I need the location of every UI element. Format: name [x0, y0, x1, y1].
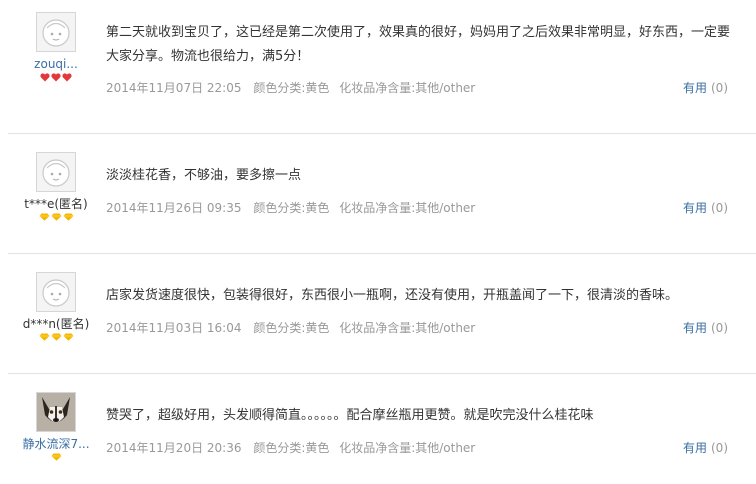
user-avatar-image[interactable] — [36, 392, 76, 432]
red-heart-icon — [40, 73, 50, 82]
reviewer-info: d***n(匿名) — [0, 272, 112, 343]
review-meta: 2014年11月20日 20:36 颜色分类:黄色 化妆品净含量:其他/othe… — [106, 439, 483, 456]
review-date: 2014年11月26日 09:35 — [106, 201, 242, 215]
useful-count: (0) — [711, 441, 728, 455]
useful-vote: 有用 (0) — [683, 199, 728, 216]
review-date: 2014年11月20日 20:36 — [106, 441, 242, 455]
review-item: 静水流深7... 赞哭了，超级好用，头发顺得简直。。。。。。配合摩丝瓶用更赞。就… — [0, 374, 756, 484]
reviewer-name[interactable]: 静水流深7... — [0, 437, 112, 451]
review-date: 2014年11月03日 16:04 — [106, 321, 242, 335]
sku-size: 化妆品净含量:其他/other — [339, 321, 476, 335]
yellow-diamond-icon — [51, 453, 61, 461]
useful-button[interactable]: 有用 — [683, 201, 707, 215]
sku-color: 颜色分类:黄色 — [253, 321, 330, 335]
buyer-level-badge — [0, 213, 112, 223]
yellow-diamond-icon — [51, 333, 61, 341]
review-meta: 2014年11月07日 22:05 颜色分类:黄色 化妆品净含量:其他/othe… — [106, 79, 483, 96]
review-meta: 2014年11月26日 09:35 颜色分类:黄色 化妆品净含量:其他/othe… — [106, 199, 483, 216]
useful-count: (0) — [711, 201, 728, 215]
reviewer-info: t***e(匿名) — [0, 152, 112, 223]
review-text: 第二天就收到宝贝了，这已经是第二次使用了，效果真的很好，妈妈用了之后效果非常明显… — [106, 25, 731, 64]
reviewer-name: t***e(匿名) — [24, 197, 88, 211]
reviewer-info: zouqi... — [0, 12, 112, 83]
default-avatar-icon[interactable] — [36, 152, 76, 192]
buyer-level-badge — [0, 453, 112, 463]
review-date: 2014年11月07日 22:05 — [106, 81, 242, 95]
yellow-diamond-icon — [39, 333, 49, 341]
yellow-diamond-icon — [63, 333, 73, 341]
review-text: 店家发货速度很快，包装得很好，东西很小一瓶啊，还没有使用，开瓶盖闻了一下，很清淡… — [106, 288, 679, 303]
useful-vote: 有用 (0) — [683, 439, 728, 456]
default-avatar-icon[interactable] — [36, 272, 76, 312]
review-item: d***n(匿名) 店家发货速度很快，包装得很好，东西很小一瓶啊，还没有使用，开… — [0, 254, 756, 374]
reviewer-name[interactable]: zouqi... — [0, 57, 112, 71]
yellow-diamond-icon — [63, 213, 73, 221]
sku-size: 化妆品净含量:其他/other — [339, 201, 476, 215]
review-text: 赞哭了，超级好用，头发顺得简直。。。。。。配合摩丝瓶用更赞。就是吹完没什么桂花味 — [106, 408, 594, 423]
useful-button[interactable]: 有用 — [683, 321, 707, 335]
buyer-level-badge — [0, 73, 112, 83]
sku-size: 化妆品净含量:其他/other — [339, 81, 476, 95]
sku-color: 颜色分类:黄色 — [253, 201, 330, 215]
review-item: zouqi... 第二天就收到宝贝了，这已经是第二次使用了，效果真的很好，妈妈用… — [0, 0, 756, 134]
review-item: t***e(匿名) 淡淡桂花香，不够油，要多擦一点 2014年11月26日 09… — [0, 134, 756, 254]
red-heart-icon — [51, 73, 61, 82]
default-avatar-icon[interactable] — [36, 12, 76, 52]
useful-count: (0) — [711, 81, 728, 95]
useful-vote: 有用 (0) — [683, 319, 728, 336]
sku-size: 化妆品净含量:其他/other — [339, 441, 476, 455]
sku-color: 颜色分类:黄色 — [253, 81, 330, 95]
yellow-diamond-icon — [51, 213, 61, 221]
sku-color: 颜色分类:黄色 — [253, 441, 330, 455]
reviewer-info: 静水流深7... — [0, 392, 112, 463]
yellow-diamond-icon — [39, 213, 49, 221]
red-heart-icon — [62, 73, 72, 82]
useful-count: (0) — [711, 321, 728, 335]
reviewer-name: d***n(匿名) — [22, 317, 90, 331]
useful-vote: 有用 (0) — [683, 79, 728, 96]
review-text: 淡淡桂花香，不够油，要多擦一点 — [106, 168, 302, 183]
useful-button[interactable]: 有用 — [683, 81, 707, 95]
review-meta: 2014年11月03日 16:04 颜色分类:黄色 化妆品净含量:其他/othe… — [106, 319, 483, 336]
useful-button[interactable]: 有用 — [683, 441, 707, 455]
buyer-level-badge — [0, 333, 112, 343]
